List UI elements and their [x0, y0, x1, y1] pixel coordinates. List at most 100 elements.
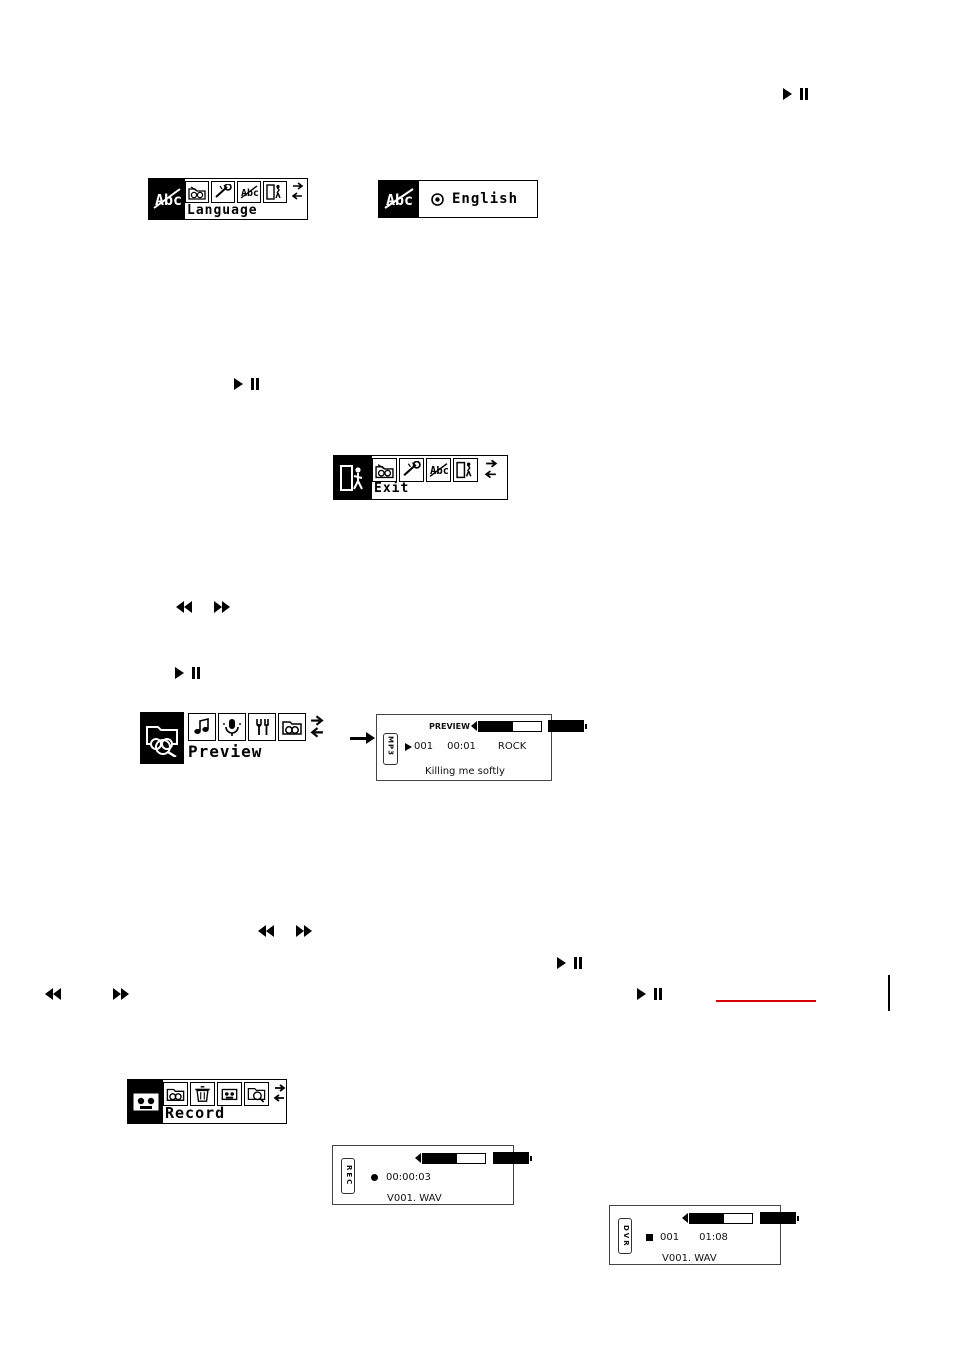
tools-wrench-icon[interactable] [211, 181, 235, 203]
pause-icon [251, 378, 259, 390]
play-state-icon [405, 742, 412, 751]
dvr-status-row [682, 1212, 799, 1224]
up-down-arrows-icon [273, 1083, 286, 1105]
dvr-filename-row: V001. WAV [662, 1248, 717, 1266]
volume-icon [682, 1212, 753, 1224]
flow-arrow-right-icon [350, 732, 375, 744]
record-dot-icon [371, 1174, 378, 1181]
preview-track-row: 001 00:01 ROCK [405, 741, 545, 752]
preview-status-label: PREVIEW [429, 721, 470, 731]
record-lcd-screen: REC 00:00:03 V001. WAV [332, 1145, 532, 1206]
play-icon [175, 667, 184, 679]
record-mode-indicator: REC [341, 1158, 355, 1194]
rew-ff-bottom-left [45, 988, 129, 1000]
pause-icon [654, 988, 662, 1000]
tools-fork-icon[interactable] [248, 713, 276, 741]
language-selected-icon-cell: Abc [149, 179, 185, 219]
preview-magnifier-icon[interactable] [244, 1082, 269, 1106]
pause-icon [574, 957, 582, 969]
red-underline-mark [716, 1000, 816, 1002]
record-selected-icon-cell [128, 1080, 163, 1123]
record-menu-strip[interactable]: Record [127, 1079, 287, 1124]
vertical-rule-mark [888, 975, 890, 1011]
preview-folder-icon[interactable] [278, 713, 306, 741]
rewind-icon [176, 601, 192, 613]
dvr-time: 01:08 [699, 1232, 728, 1243]
rewind-icon [45, 988, 61, 1000]
exit-door-icon-small[interactable] [453, 458, 478, 482]
play-icon [637, 988, 646, 1000]
preview-magnifier-icon [143, 719, 181, 757]
abc-language-icon-small[interactable]: Abc [426, 458, 451, 482]
record-filename-row: V001. WAV [387, 1188, 442, 1206]
pause-icon [800, 88, 808, 100]
dvr-mode-indicator: DVR [618, 1218, 632, 1254]
radio-selected-icon [431, 192, 444, 206]
abc-language-icon: Abc [383, 186, 415, 212]
play-pause-top-right [783, 88, 808, 100]
pause-icon [192, 667, 200, 679]
dvr-filename: V001. WAV [662, 1253, 717, 1264]
battery-full-icon [760, 1212, 799, 1224]
abc-language-icon-small[interactable]: Abc [237, 181, 261, 203]
svg-text:Abc: Abc [155, 191, 182, 209]
record-time: 00:00:03 [386, 1172, 431, 1183]
svg-text:Abc: Abc [386, 191, 413, 209]
dvr-track-number: 001 [660, 1232, 680, 1243]
preview-time: 00:01 [447, 741, 476, 752]
exit-menu-label: Exit [374, 481, 410, 496]
preview-menu-strip[interactable]: Preview [140, 712, 375, 764]
record-time-row: 00:00:03 [371, 1172, 431, 1183]
language-dialog-value: English [452, 191, 519, 207]
rewind-icon [258, 925, 274, 937]
battery-full-icon [493, 1152, 532, 1164]
preview-selected-icon-cell [140, 712, 184, 764]
stop-square-icon [646, 1234, 653, 1241]
play-icon [783, 88, 792, 100]
rew-ff-lower [258, 925, 312, 937]
preview-title-row: Killing me softly [377, 761, 553, 779]
play-pause-preview [175, 667, 200, 679]
exit-door-icon [338, 462, 368, 493]
preview-lcd-screen: MP3 PREVIEW 001 00:01 ROCK Killing me so… [376, 714, 587, 781]
record-status-row [415, 1152, 532, 1164]
record-folder-icon[interactable] [185, 181, 209, 203]
up-down-arrows-icon [291, 182, 304, 202]
svg-text:Abc: Abc [241, 188, 258, 199]
volume-icon [470, 720, 542, 732]
language-menu-label: Language [187, 203, 258, 218]
music-note-icon[interactable] [188, 713, 216, 741]
preview-eq-mode: ROCK [497, 741, 527, 752]
battery-full-icon [547, 720, 587, 732]
svg-text:Abc: Abc [430, 465, 448, 477]
record-folder-icon[interactable] [372, 458, 397, 482]
dvr-track-row: 001 01:08 [646, 1232, 728, 1243]
record-menu-label: Record [165, 1104, 226, 1122]
language-dialog[interactable]: Abc English [378, 180, 538, 218]
trash-delete-icon[interactable] [190, 1082, 215, 1106]
preview-track-title: Killing me softly [425, 766, 505, 777]
preview-status-row: PREVIEW [429, 720, 587, 732]
exit-menu-strip[interactable]: Abc Exit [333, 455, 508, 500]
exit-door-icon[interactable] [263, 181, 287, 203]
language-dialog-icon-cell: Abc [379, 181, 419, 217]
language-menu-strip[interactable]: Abc Abc Language [148, 178, 308, 220]
fast-forward-icon [113, 988, 129, 1000]
record-filename: V001. WAV [387, 1193, 442, 1204]
fast-forward-icon [214, 601, 230, 613]
volume-icon [415, 1152, 486, 1164]
microphone-icon[interactable] [218, 713, 246, 741]
left-right-arrows-icon [310, 714, 324, 740]
tools-wrench-icon[interactable] [399, 458, 424, 482]
fast-forward-icon [296, 925, 312, 937]
dvr-lcd-screen: DVR 001 01:08 V001. WAV [609, 1205, 799, 1266]
rew-ff-mid [176, 601, 230, 613]
play-icon [234, 378, 243, 390]
cassette-play-icon[interactable] [217, 1082, 242, 1106]
up-down-arrows-icon [484, 459, 498, 481]
preview-menu-label: Preview [188, 742, 263, 761]
play-pause-mid-left [234, 378, 259, 390]
preview-folder-icon[interactable] [163, 1082, 188, 1106]
abc-language-icon: Abc [152, 186, 182, 212]
exit-selected-icon-cell [334, 456, 372, 499]
